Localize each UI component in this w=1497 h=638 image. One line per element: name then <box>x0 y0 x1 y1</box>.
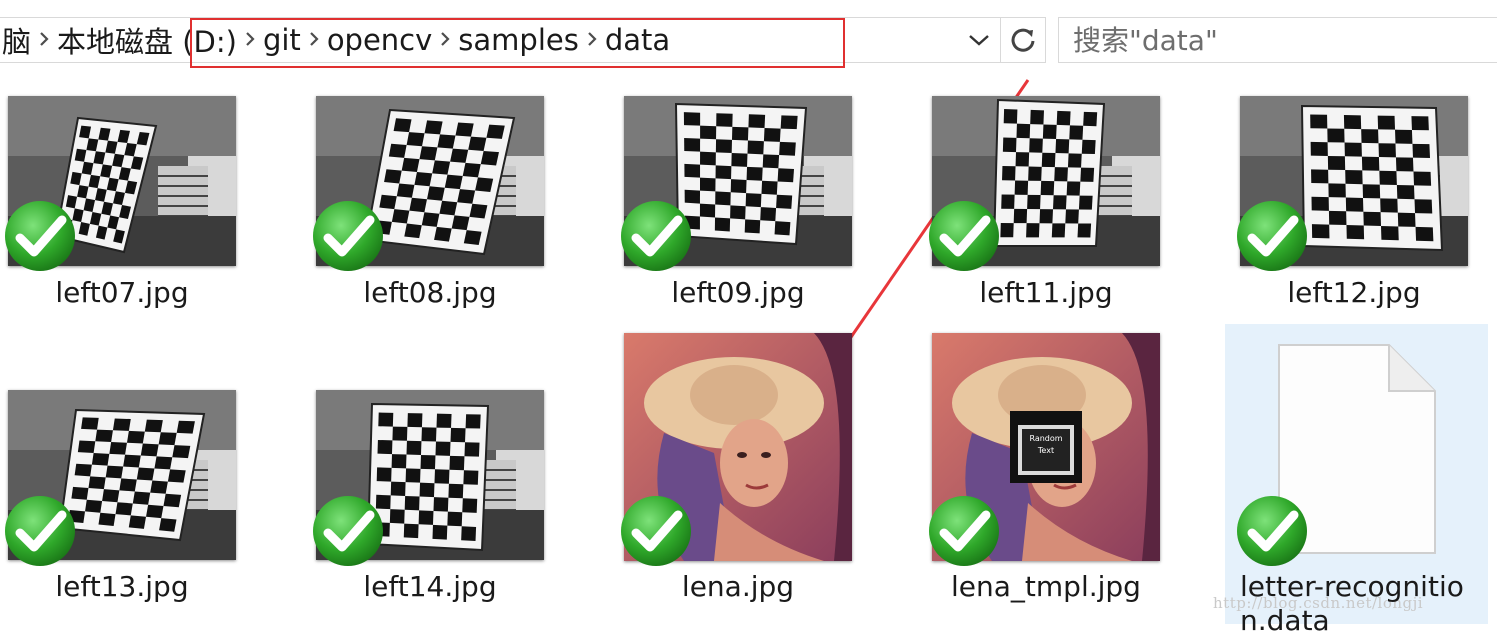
file-name-label[interactable]: left14.jpg <box>280 570 580 603</box>
breadcrumb-separator-icon[interactable] <box>581 31 603 47</box>
file-name-label[interactable]: lena_tmpl.jpg <box>896 570 1196 603</box>
file-name-label[interactable]: letter-recognition.data <box>1240 570 1490 638</box>
sync-check-icon <box>928 200 1000 272</box>
search-box[interactable] <box>1058 17 1497 63</box>
breadcrumb-separator-icon[interactable] <box>239 31 261 47</box>
breadcrumb-separator-icon[interactable] <box>303 31 325 47</box>
breadcrumb-item-this-pc[interactable]: 脑 <box>0 19 33 61</box>
file-name-label[interactable]: left09.jpg <box>588 276 888 309</box>
file-name-label[interactable]: left11.jpg <box>896 276 1196 309</box>
address-history-button[interactable] <box>958 18 1000 62</box>
sync-check-icon <box>312 200 384 272</box>
file-name-label[interactable]: left07.jpg <box>0 276 272 309</box>
breadcrumb-separator-icon[interactable] <box>33 31 55 47</box>
breadcrumb-item-local-disk[interactable]: 本地磁盘 (D:) <box>55 19 239 61</box>
refresh-icon <box>1011 28 1035 52</box>
template-overlay-line: Random <box>1029 434 1063 443</box>
breadcrumb-item-opencv[interactable]: opencv <box>325 23 434 57</box>
sync-check-icon <box>4 200 76 272</box>
template-overlay-text: Random Text <box>1022 433 1070 457</box>
search-input[interactable] <box>1059 18 1497 62</box>
breadcrumb-item-samples[interactable]: samples <box>456 23 581 57</box>
sync-check-icon <box>620 495 692 567</box>
sync-check-icon <box>1236 200 1308 272</box>
sync-check-icon <box>1236 495 1308 567</box>
address-bar[interactable]: 脑 本地磁盘 (D:) git opencv samples data <box>0 17 1046 63</box>
file-name-label[interactable]: left08.jpg <box>280 276 580 309</box>
file-name-label[interactable]: lena.jpg <box>588 570 888 603</box>
breadcrumb-item-data[interactable]: data <box>603 23 672 57</box>
refresh-button[interactable] <box>1000 18 1045 62</box>
sync-check-icon <box>312 495 384 567</box>
breadcrumb-separator-icon[interactable] <box>434 31 456 47</box>
sync-check-icon <box>928 495 1000 567</box>
file-name-label[interactable]: left13.jpg <box>0 570 272 603</box>
breadcrumb-item-git[interactable]: git <box>261 23 303 57</box>
template-overlay-line: Text <box>1037 446 1055 455</box>
file-name-label[interactable]: left12.jpg <box>1204 276 1497 309</box>
chevron-down-icon <box>969 35 989 46</box>
sync-check-icon <box>620 200 692 272</box>
sync-check-icon <box>4 495 76 567</box>
breadcrumb: 脑 本地磁盘 (D:) git opencv samples data <box>0 18 672 62</box>
